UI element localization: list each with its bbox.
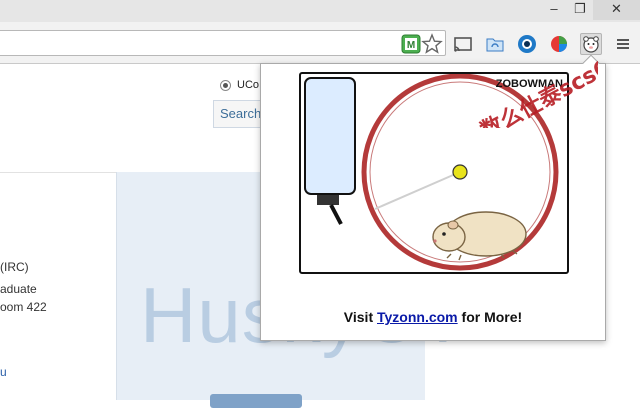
svg-text:M: M [407, 40, 415, 51]
watermark-stamp: 数么仕泰scs66 [476, 47, 598, 128]
close-window-button[interactable]: ✕ [593, 0, 640, 20]
info-line: oom 422 [0, 300, 47, 314]
water-bottle-icon [304, 77, 356, 225]
search-scope-label: UCo [237, 79, 260, 91]
info-line: (IRC) [0, 260, 29, 274]
malwarebytes-icon[interactable]: M [400, 33, 422, 55]
hero-button[interactable] [210, 394, 302, 408]
footer-suffix: for More! [457, 309, 523, 325]
info-link[interactable]: u [0, 365, 7, 379]
info-line: aduate [0, 282, 37, 296]
tyzonn-link[interactable]: Tyzonn.com [377, 309, 458, 325]
search-scope-radio[interactable] [220, 80, 231, 91]
maximize-button[interactable]: ❐ [567, 0, 593, 20]
menu-icon[interactable] [612, 33, 634, 55]
address-bar[interactable] [0, 30, 446, 56]
footer-prefix: Visit [343, 309, 377, 325]
bookmark-star-icon[interactable] [421, 33, 443, 55]
popup-footer: Visit Tyzonn.com for More! [262, 309, 604, 325]
minimize-button[interactable]: – [541, 0, 567, 20]
sunflower-seed-icon [452, 164, 468, 180]
watermark-text: 数么仕泰scs66 [476, 47, 598, 128]
